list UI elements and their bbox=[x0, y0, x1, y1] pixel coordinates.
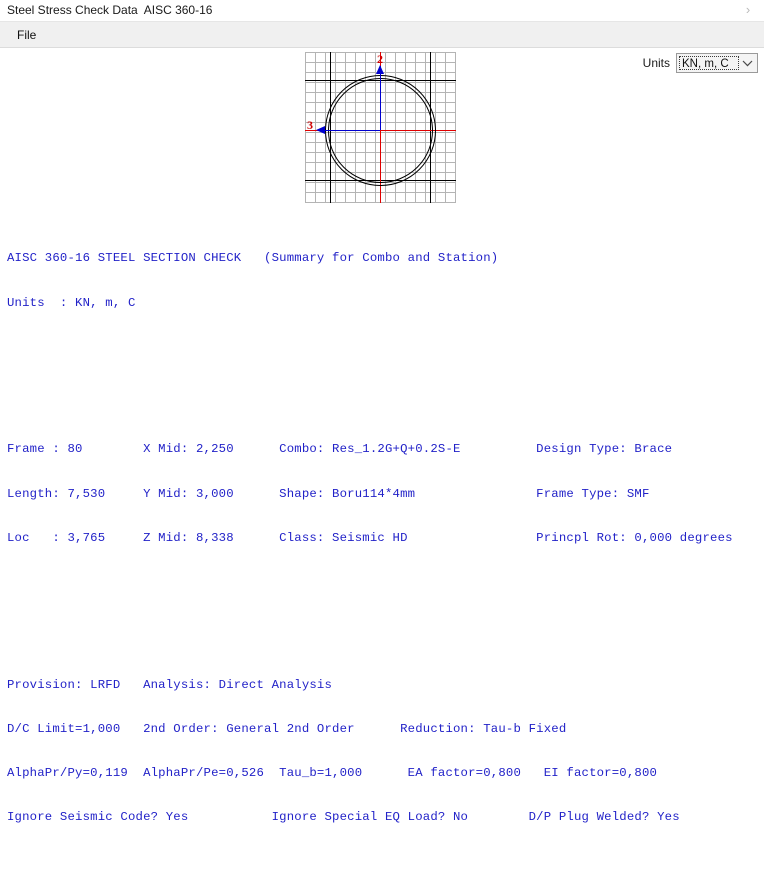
chevron-right-icon[interactable]: › bbox=[740, 2, 756, 18]
local-axis-2-line bbox=[380, 66, 381, 130]
section-shape-view[interactable]: 2 3 bbox=[305, 52, 456, 203]
menu-bar: File bbox=[0, 22, 764, 48]
provision-line: D/C Limit=1,000 2nd Order: General 2nd O… bbox=[7, 721, 567, 736]
frame-info-line: Frame : 80 X Mid: 2,250 Combo: Res_1.2G+… bbox=[7, 442, 673, 457]
local-axis-3-line bbox=[318, 130, 380, 131]
axis-label-2: 2 bbox=[377, 52, 383, 66]
menu-item-file[interactable]: File bbox=[9, 26, 44, 44]
frame-info-line: Length: 7,530 Y Mid: 3,000 Shape: Boru11… bbox=[7, 486, 650, 501]
steel-stress-check-window: Steel Stress Check Data AISC 360-16 › Fi… bbox=[0, 0, 764, 885]
report-title: AISC 360-16 STEEL SECTION CHECK (Summary… bbox=[7, 251, 499, 266]
units-dropdown-value: KN, m, C bbox=[679, 56, 739, 70]
axis-label-3: 3 bbox=[307, 118, 313, 132]
title-bar: Steel Stress Check Data AISC 360-16 › bbox=[0, 0, 764, 22]
local-axis-3-arrow-icon bbox=[316, 126, 325, 134]
chevron-down-icon[interactable] bbox=[739, 55, 756, 71]
provision-line: AlphaPr/Py=0,119 AlphaPr/Pe=0,526 Tau_b=… bbox=[7, 765, 658, 780]
units-label: Units bbox=[642, 56, 670, 70]
provision-line: Provision: LRFD Analysis: Direct Analysi… bbox=[7, 677, 333, 692]
provision-line: Ignore Seismic Code? Yes Ignore Special … bbox=[7, 809, 680, 824]
report-text-area: AISC 360-16 STEEL SECTION CHECK (Summary… bbox=[7, 222, 759, 885]
units-dropdown[interactable]: KN, m, C bbox=[676, 53, 758, 73]
units-control: Units KN, m, C bbox=[643, 53, 758, 73]
report-units-line: Units : KN, m, C bbox=[7, 295, 136, 310]
window-title: Steel Stress Check Data AISC 360-16 bbox=[7, 3, 213, 17]
frame-info-line: Loc : 3,765 Z Mid: 8,338 Class: Seismic … bbox=[7, 530, 733, 545]
